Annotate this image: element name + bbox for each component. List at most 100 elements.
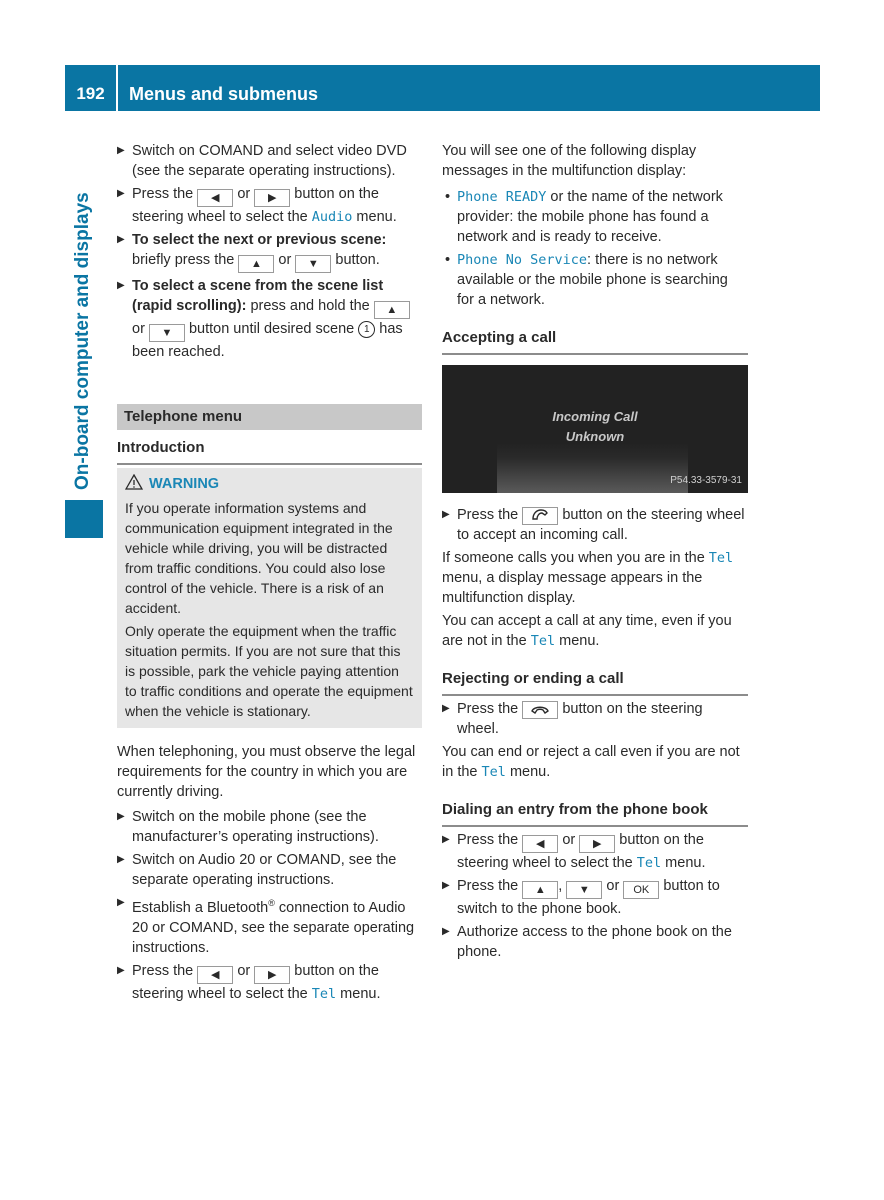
step-text: Switch on Audio 20 or COMAND, see the se…: [132, 852, 397, 888]
step-text: press and hold the: [250, 298, 370, 314]
step-text: Press the: [132, 186, 194, 202]
right-column: You will see one of the following displa…: [442, 141, 748, 965]
display-text-tel: Tel: [481, 764, 506, 780]
step-arrow-icon: ▶: [117, 234, 125, 245]
bullet-dot-icon: •: [445, 252, 451, 268]
step-text: or: [132, 321, 145, 337]
page-number: 192: [76, 84, 105, 103]
step-arrow-icon: ▶: [442, 926, 450, 937]
step-text: or: [606, 878, 620, 894]
heading-rejecting-call: Rejecting or ending a call: [442, 669, 748, 696]
step-item: ▶ Switch on COMAND and select video DVD …: [117, 141, 422, 181]
warning-triangle-icon: [124, 473, 144, 496]
step-text: or: [237, 962, 251, 979]
up-key-icon: ▲: [373, 301, 410, 319]
step-text: briefly press the: [132, 252, 235, 268]
paragraph-text: menu.: [509, 764, 551, 780]
step-item: ▶ Press the ▲, ▼ or OK button to switch …: [442, 876, 748, 919]
step-item: ▶ To select the next or previous scene: …: [117, 230, 422, 273]
step-item: ▶ Press the button on the steering wheel…: [442, 505, 748, 545]
step-text: or: [562, 832, 576, 848]
display-text-tel: Tel: [708, 550, 734, 566]
step-arrow-icon: ▶: [442, 834, 450, 845]
step-text: button until desired scene: [188, 321, 355, 337]
step-arrow-icon: ▶: [117, 145, 125, 156]
phone-hangup-icon: [522, 701, 559, 719]
left-key-icon: ◀: [522, 835, 559, 853]
registered-mark: ®: [268, 898, 275, 908]
step-item: ▶ Switch on Audio 20 or COMAND, see the …: [117, 850, 422, 890]
paragraph: You can end or reject a call even if you…: [442, 742, 748, 782]
display-text-tel: Tel: [530, 633, 556, 649]
step-arrow-icon: ▶: [117, 188, 125, 199]
display-text-tel: Tel: [311, 985, 337, 1002]
left-key-icon: ◀: [197, 189, 234, 207]
page-header: 192 Menus and submenus: [65, 65, 820, 111]
step-item: ▶ Press the button on the steering wheel…: [442, 699, 748, 739]
bullet-dot-icon: •: [445, 189, 451, 205]
display-glow: [497, 443, 688, 493]
ok-key-icon: OK: [623, 881, 660, 899]
display-text-phone-ready: Phone READY: [457, 189, 547, 205]
step-text: ,: [558, 878, 563, 894]
paragraph: If someone calls you when you are in the…: [442, 548, 748, 608]
display-text-phone-no-service: Phone No Service: [457, 252, 588, 268]
step-text: Press the: [457, 878, 519, 894]
step-text: Switch on the mobile phone (see the manu…: [132, 809, 379, 845]
up-key-icon: ▲: [238, 255, 275, 273]
right-key-icon: ▶: [579, 835, 616, 853]
step-text: Switch on COMAND and select video DVD (s…: [132, 143, 407, 179]
step-arrow-icon: ▶: [117, 964, 125, 976]
step-item: ▶ Press the ◀ or ▶ button on the steerin…: [117, 961, 422, 1004]
left-key-icon: ◀: [197, 965, 234, 984]
bullet-item: • Phone No Service: there is no network …: [442, 250, 748, 310]
step-arrow-icon: ▶: [442, 509, 450, 520]
down-key-icon: ▼: [148, 324, 185, 342]
step-item: ▶ Switch on the mobile phone (see the ma…: [117, 807, 422, 847]
warning-title: WARNING: [124, 473, 414, 496]
step-arrow-icon: ▶: [117, 854, 125, 865]
image-reference-code: P54.33-3579-31: [670, 475, 742, 486]
step-item: ▶ Press the ◀ or ▶ button on the steerin…: [117, 184, 422, 227]
heading-dialing-phone-book: Dialing an entry from the phone book: [442, 800, 748, 827]
heading-accepting-call: Accepting a call: [442, 328, 748, 355]
step-bold-text: To select the next or previous scene:: [132, 232, 387, 248]
incoming-call-display-image: Incoming Call Unknown P54.33-3579-31: [442, 365, 748, 493]
step-text: or: [278, 252, 292, 268]
warning-box: WARNING If you operate information syste…: [117, 468, 422, 728]
paragraph-text: menu.: [559, 633, 600, 649]
step-text: Press the: [457, 507, 519, 523]
step-text: Press the: [457, 832, 519, 848]
display-line-incoming-call: Incoming Call: [552, 409, 638, 424]
chapter-tab-label: On-board computer and displays: [72, 192, 93, 490]
step-item: ▶ Authorize access to the phone book on …: [442, 922, 748, 962]
step-arrow-icon: ▶: [117, 280, 125, 291]
display-messages-intro: You will see one of the following displa…: [442, 143, 697, 179]
step-text: or: [237, 186, 251, 202]
step-text: menu.: [665, 855, 706, 871]
display-text-tel: Tel: [636, 855, 662, 871]
step-item: ▶ Press the ◀ or ▶ button on the steerin…: [442, 830, 748, 873]
step-arrow-icon: ▶: [117, 897, 125, 908]
warning-title-text: WARNING: [149, 476, 220, 492]
warning-paragraph: If you operate information systems and c…: [125, 500, 393, 616]
page-title: Menus and submenus: [129, 84, 319, 104]
step-text: Authorize access to the phone book on th…: [457, 924, 732, 960]
step-item: ▶ Establish a Bluetooth® connection to A…: [117, 893, 422, 958]
display-line-caller: Unknown: [565, 429, 625, 444]
display-text-audio: Audio: [311, 209, 353, 225]
section-title-telephone-menu: Telephone menu: [117, 404, 422, 430]
step-text: button.: [335, 252, 380, 268]
chapter-tab-marker: [65, 500, 103, 538]
step-text: menu.: [356, 209, 397, 225]
step-arrow-icon: ▶: [442, 880, 450, 891]
phone-accept-icon: [522, 507, 559, 525]
up-key-icon: ▲: [522, 881, 559, 899]
down-key-icon: ▼: [295, 255, 332, 273]
heading-introduction: Introduction: [117, 438, 422, 465]
bullet-item: • Phone READY or the name of the network…: [442, 187, 748, 247]
down-key-icon: ▼: [566, 881, 603, 899]
warning-paragraph: Only operate the equipment when the traf…: [125, 623, 413, 719]
step-text: Press the: [132, 962, 194, 979]
header-separator: [116, 65, 118, 111]
